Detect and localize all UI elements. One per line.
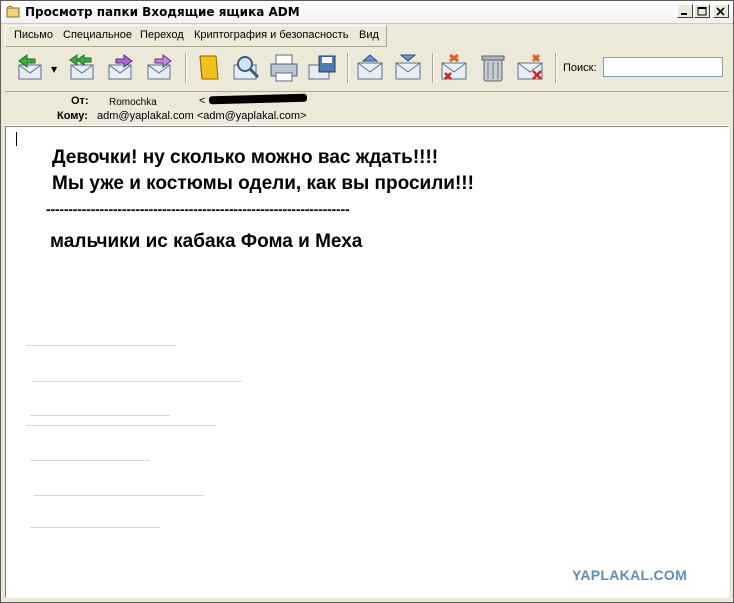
- next-icon: [395, 54, 421, 80]
- window-title: Просмотр папки Входящие ящика ADM: [25, 5, 300, 19]
- from-name[interactable]: Romochka: [109, 97, 157, 108]
- reply-icon: [18, 54, 42, 80]
- title-bar[interactable]: Просмотр папки Входящие ящика ADM: [1, 1, 733, 24]
- faint-text-line: [26, 345, 176, 346]
- toolbar: ▼ Поиск:: [5, 47, 729, 89]
- close-button[interactable]: [713, 4, 729, 18]
- menu-item-special[interactable]: Специальное: [63, 29, 132, 41]
- address-book-icon: [199, 55, 219, 80]
- search-label: Поиск:: [563, 62, 597, 74]
- forward-button[interactable]: [104, 51, 138, 85]
- mark-deleted-button[interactable]: [437, 51, 471, 85]
- folder-view-icon: [6, 5, 20, 18]
- faint-text-line: [30, 527, 160, 528]
- reply-all-button[interactable]: [65, 51, 99, 85]
- message-line-1: Девочки! ну сколько можно вас ждать!!!!: [52, 147, 439, 168]
- search-input[interactable]: [603, 57, 723, 77]
- previous-icon: [357, 54, 383, 80]
- toolbar-separator: [555, 53, 557, 83]
- save-icon: [308, 55, 336, 80]
- to-label: Кому:: [57, 110, 88, 122]
- menu-bar: Письмо Специальное Переход Криптография …: [5, 25, 387, 47]
- address-book-button[interactable]: [191, 51, 225, 85]
- menu-item-letter[interactable]: Письмо: [14, 29, 53, 41]
- message-body[interactable]: Девочки! ну сколько можно вас ждать!!!! …: [5, 126, 729, 598]
- faint-text-line: [32, 381, 242, 382]
- print-button[interactable]: [267, 51, 301, 85]
- from-label: От:: [71, 95, 89, 107]
- close-icon: [716, 7, 725, 16]
- faint-text-line: [30, 415, 170, 416]
- faint-text-line: [26, 425, 216, 426]
- mark-deleted-icon: [441, 53, 467, 80]
- message-headers: От: Romochka < Кому: adm@yaplakal.com <a…: [5, 91, 729, 126]
- trash-button[interactable]: [476, 51, 510, 85]
- menu-item-go[interactable]: Переход: [140, 29, 184, 41]
- trash-icon: [481, 55, 505, 82]
- minimize-icon: [681, 13, 687, 15]
- delete-icon: [517, 53, 543, 80]
- previous-button[interactable]: [353, 51, 387, 85]
- next-button[interactable]: [391, 51, 425, 85]
- reply-all-icon: [69, 54, 94, 80]
- message-signature: мальчики ис кабака Фома и Меха: [50, 231, 363, 252]
- faint-text-line: [34, 495, 204, 496]
- forward-attachment-button[interactable]: [143, 51, 177, 85]
- forward-as-attachment-icon: [147, 54, 172, 80]
- mail-window: Просмотр папки Входящие ящика ADM Письмо…: [0, 0, 734, 603]
- watermark-logo: YAPLAKAL.COM: [572, 567, 688, 583]
- delete-button[interactable]: [513, 51, 547, 85]
- toolbar-separator: [347, 53, 349, 83]
- menu-item-crypto[interactable]: Криптография и безопасность: [194, 29, 348, 41]
- forward-icon: [108, 54, 133, 80]
- message-separator: ----------------------------------------…: [46, 201, 350, 217]
- message-line-2: Мы уже и костюмы одели, как вы просили!!…: [52, 173, 474, 194]
- maximize-button[interactable]: [694, 4, 710, 18]
- toolbar-separator: [432, 53, 434, 83]
- redaction-bar: [208, 93, 308, 105]
- save-button[interactable]: [305, 51, 339, 85]
- minimize-button[interactable]: [677, 4, 693, 18]
- to-value[interactable]: adm@yaplakal.com <adm@yaplakal.com>: [97, 110, 306, 122]
- from-bracket: <: [199, 95, 206, 107]
- print-icon: [270, 54, 298, 82]
- toolbar-separator: [185, 53, 187, 83]
- find-button[interactable]: [230, 51, 264, 85]
- maximize-icon: [697, 7, 707, 16]
- faint-text-line: [30, 460, 150, 461]
- reply-dropdown-icon[interactable]: ▼: [51, 65, 57, 74]
- menu-item-view[interactable]: Вид: [359, 29, 379, 41]
- find-icon: [233, 56, 260, 80]
- text-caret: [16, 132, 17, 146]
- reply-button[interactable]: [13, 51, 47, 85]
